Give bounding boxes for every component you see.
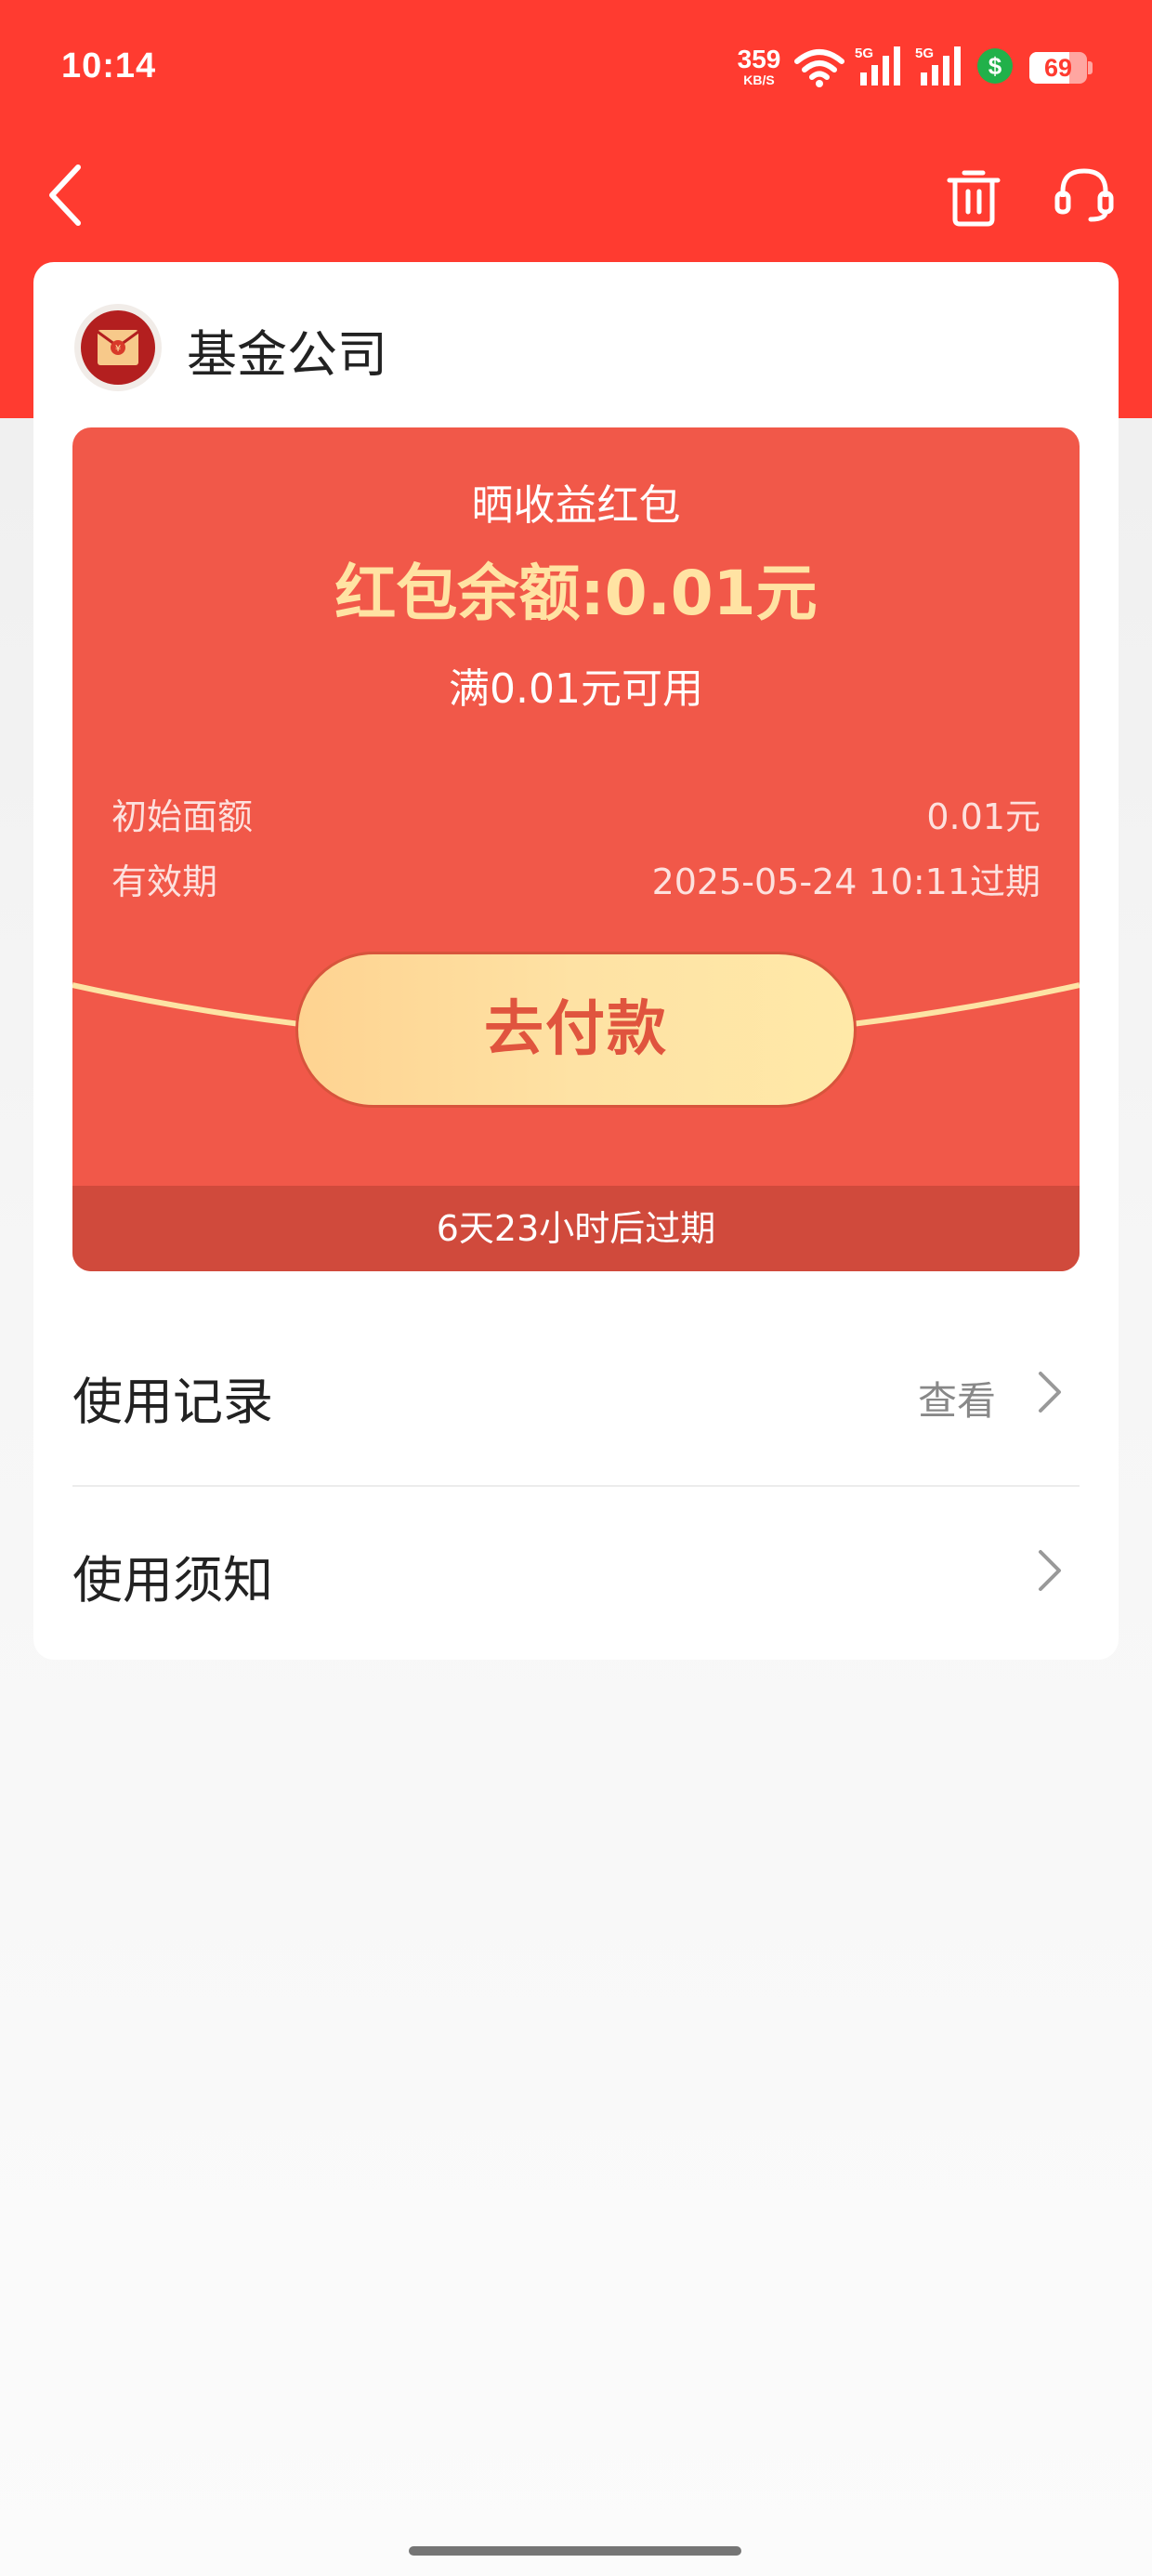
status-bar: 10:14 359 KB/S 5G 5G $ 69: [0, 0, 1152, 135]
pay-button[interactable]: 去付款: [295, 952, 857, 1108]
chevron-left-icon[interactable]: [37, 158, 93, 232]
detail-value: 0.01元: [926, 796, 1041, 837]
usage-records-label: 使用记录: [72, 1373, 273, 1431]
battery-level: 69: [1043, 54, 1073, 82]
detail-label: 初始面额: [111, 796, 254, 837]
signal-icon: 5G: [855, 46, 900, 85]
usage-notice-row[interactable]: 使用须知: [72, 1479, 1080, 1656]
network-speed-unit: KB/S: [743, 72, 775, 87]
usage-records-row[interactable]: 使用记录 查看: [72, 1301, 1080, 1478]
home-indicator[interactable]: [409, 2546, 741, 2556]
usage-notice-label: 使用须知: [72, 1551, 273, 1610]
wifi-icon: [794, 49, 844, 87]
trash-icon[interactable]: [946, 165, 1001, 227]
signal-label: 5G: [915, 46, 934, 61]
chevron-right-icon: [1039, 1372, 1061, 1413]
detail-row-validity: 有效期 2025-05-24 10:11过期: [111, 853, 1041, 902]
coupon-detail-card: ¥ 基金公司 晒收益红包 红包余额:0.01元 满0.01元可用 初始面额 0.…: [33, 262, 1119, 1660]
red-envelope-icon: ¥: [74, 304, 162, 391]
brand-name: 基金公司: [187, 325, 387, 384]
network-speed-value: 359: [737, 45, 781, 73]
network-speed: 359 KB/S: [734, 45, 784, 87]
headset-icon[interactable]: [1054, 164, 1115, 225]
coupon-threshold: 满0.01元可用: [449, 665, 703, 713]
red-packet-coupon: 晒收益红包 红包余额:0.01元 满0.01元可用 初始面额 0.01元 有效期…: [72, 427, 1080, 1271]
expiry-notice: 6天23小时后过期: [72, 1186, 1080, 1271]
dollar-icon: $: [977, 48, 1013, 84]
signal-icon: 5G: [915, 46, 961, 85]
status-time: 10:14: [61, 46, 157, 85]
detail-row-initial-amount: 初始面额 0.01元: [111, 788, 1041, 837]
detail-value: 2025-05-24 10:11过期: [651, 861, 1041, 902]
signal-label: 5G: [855, 46, 873, 61]
battery-icon: 69: [1029, 52, 1094, 84]
coupon-balance: 红包余额:0.01元: [334, 558, 818, 629]
chevron-right-icon: [1039, 1550, 1061, 1591]
coupon-title: 晒收益红包: [471, 480, 681, 530]
svg-text:¥: ¥: [115, 344, 121, 354]
view-link[interactable]: 查看: [918, 1370, 996, 1426]
detail-label: 有效期: [111, 861, 218, 902]
